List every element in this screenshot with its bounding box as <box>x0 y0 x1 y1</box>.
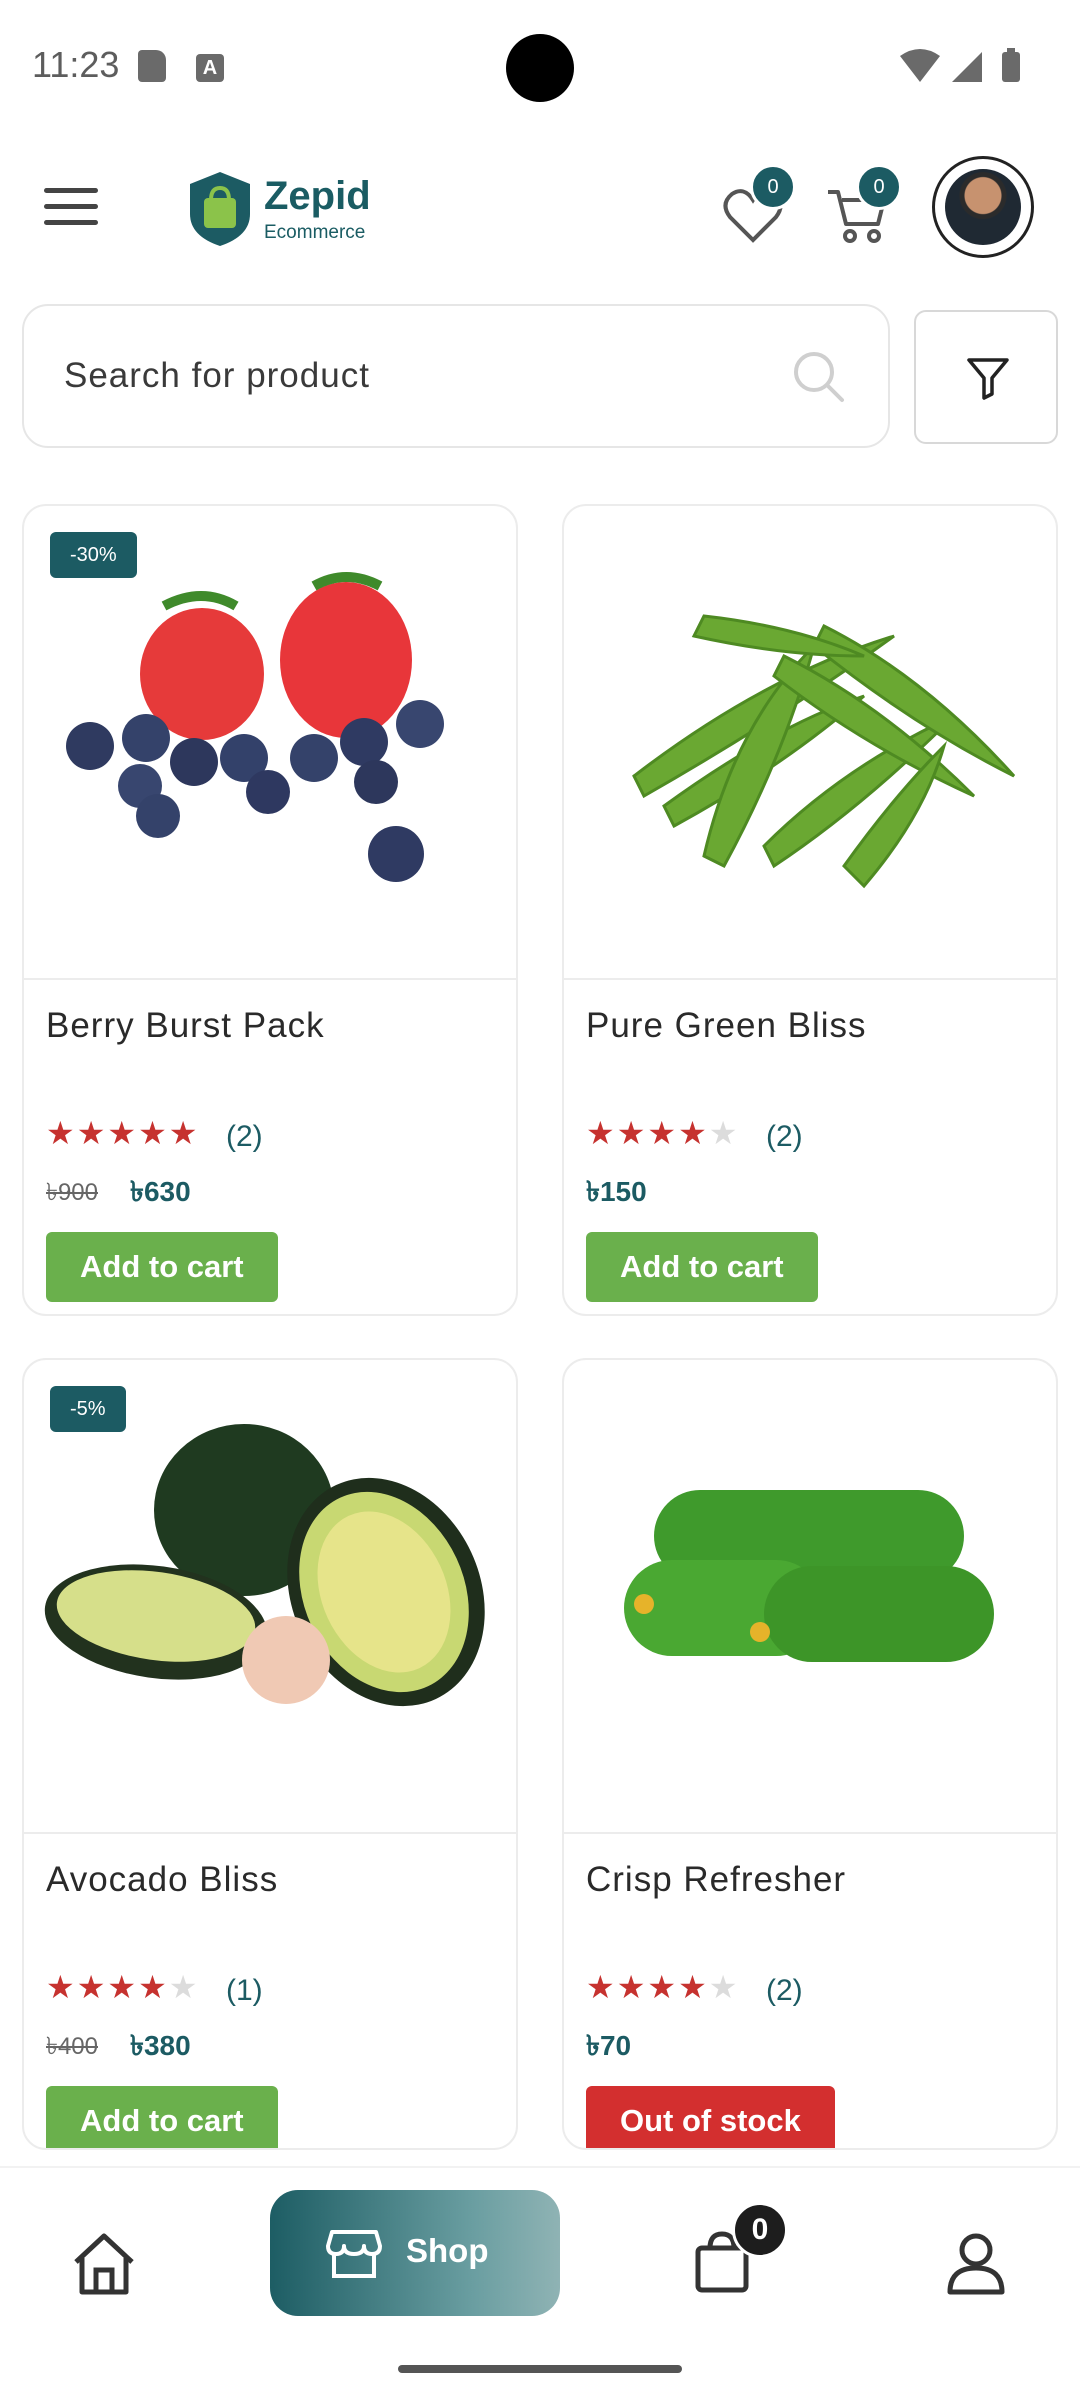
product-card[interactable]: -30% Berry Burst Pack ★★★★★ (2) ৳900 ৳63… <box>22 504 518 1316</box>
review-count: (2) <box>226 1120 263 1153</box>
product-name: Avocado Bliss <box>46 1860 279 1899</box>
green-peas-image <box>632 614 1016 889</box>
product-image[interactable] <box>564 1360 1056 1834</box>
nav-home[interactable] <box>68 2228 140 2300</box>
shopping-bag-logo-icon <box>190 172 250 246</box>
search-input[interactable]: Search for product <box>22 304 890 448</box>
nav-shop[interactable]: Shop <box>270 2190 560 2316</box>
logo-word: Zepid <box>264 174 371 218</box>
review-count: (2) <box>766 1120 803 1153</box>
discount-badge: -5% <box>50 1386 126 1432</box>
product-card[interactable]: -5% Avocado Bliss ★★★★★ (1) ৳400 ৳380 Ad… <box>22 1358 518 2150</box>
wifi-icon <box>900 49 940 82</box>
battery-icon <box>1002 52 1020 82</box>
a-icon: A <box>196 54 224 82</box>
add-to-cart-button[interactable]: Add to cart <box>46 2086 278 2148</box>
rating-stars: ★★★★★ <box>46 1969 200 2005</box>
product-card[interactable]: Pure Green Bliss ★★★★★ (2) ৳150 Add to c… <box>562 504 1058 1316</box>
cart-button[interactable]: 0 <box>826 164 902 250</box>
cart-count-badge: 0 <box>856 164 902 210</box>
filter-icon <box>967 358 1009 400</box>
shop-icon <box>326 2230 382 2278</box>
sale-price: ৳70 <box>586 2030 632 2061</box>
product-image[interactable] <box>564 506 1056 980</box>
home-icon <box>74 2233 134 2295</box>
discount-badge: -30% <box>50 532 137 578</box>
rating-stars: ★★★★★ <box>586 1115 740 1151</box>
logo-subtitle: Ecommerce <box>264 222 366 243</box>
gesture-bar[interactable] <box>398 2365 682 2373</box>
status-time: 11:23 <box>32 44 120 85</box>
search-placeholder: Search for product <box>64 356 370 395</box>
rating-stars: ★★★★★ <box>586 1969 740 2005</box>
user-photo <box>945 169 1021 245</box>
system-icons <box>900 48 1020 82</box>
search-icon[interactable] <box>792 350 846 404</box>
sale-price: ৳380 <box>130 2030 191 2061</box>
sd-card-icon <box>138 50 166 82</box>
nav-cart-count-badge: 0 <box>732 2202 788 2258</box>
out-of-stock-button[interactable]: Out of stock <box>586 2086 835 2148</box>
hamburger-menu-icon[interactable] <box>44 188 98 232</box>
front-camera <box>506 34 574 102</box>
review-count: (2) <box>766 1974 803 2007</box>
rating-stars: ★★★★★ <box>46 1115 200 1151</box>
wishlist-count-badge: 0 <box>750 164 796 210</box>
original-price: ৳900 <box>46 1179 98 1206</box>
product-image[interactable]: -5% <box>24 1360 516 1834</box>
product-name: Pure Green Bliss <box>586 1006 867 1045</box>
add-to-cart-button[interactable]: Add to cart <box>46 1232 278 1302</box>
sale-price: ৳150 <box>586 1176 647 1207</box>
cucumbers-image <box>624 1490 994 1662</box>
signal-icon <box>952 52 982 82</box>
nav-shop-label: Shop <box>406 2232 489 2269</box>
status-bar: 11:23 A <box>0 0 1080 130</box>
avatar[interactable] <box>932 156 1034 258</box>
original-price: ৳400 <box>46 2033 98 2060</box>
brand-logo[interactable]: Zepid Ecommerce <box>186 168 386 252</box>
review-count: (1) <box>226 1974 263 2007</box>
product-card[interactable]: Crisp Refresher ★★★★★ (2) ৳70 Out of sto… <box>562 1358 1058 2150</box>
nav-cart[interactable]: 0 <box>692 2202 788 2300</box>
product-image[interactable]: -30% <box>24 506 516 980</box>
profile-icon <box>947 2233 1005 2295</box>
product-name: Crisp Refresher <box>586 1860 847 1899</box>
add-to-cart-button[interactable]: Add to cart <box>586 1232 818 1302</box>
sale-price: ৳630 <box>130 1176 191 1207</box>
product-name: Berry Burst Pack <box>46 1006 325 1045</box>
filter-button[interactable] <box>914 310 1058 444</box>
wishlist-button[interactable]: 0 <box>720 164 796 250</box>
app-header: Zepid Ecommerce 0 0 <box>0 150 1080 270</box>
nav-profile[interactable] <box>940 2228 1012 2300</box>
